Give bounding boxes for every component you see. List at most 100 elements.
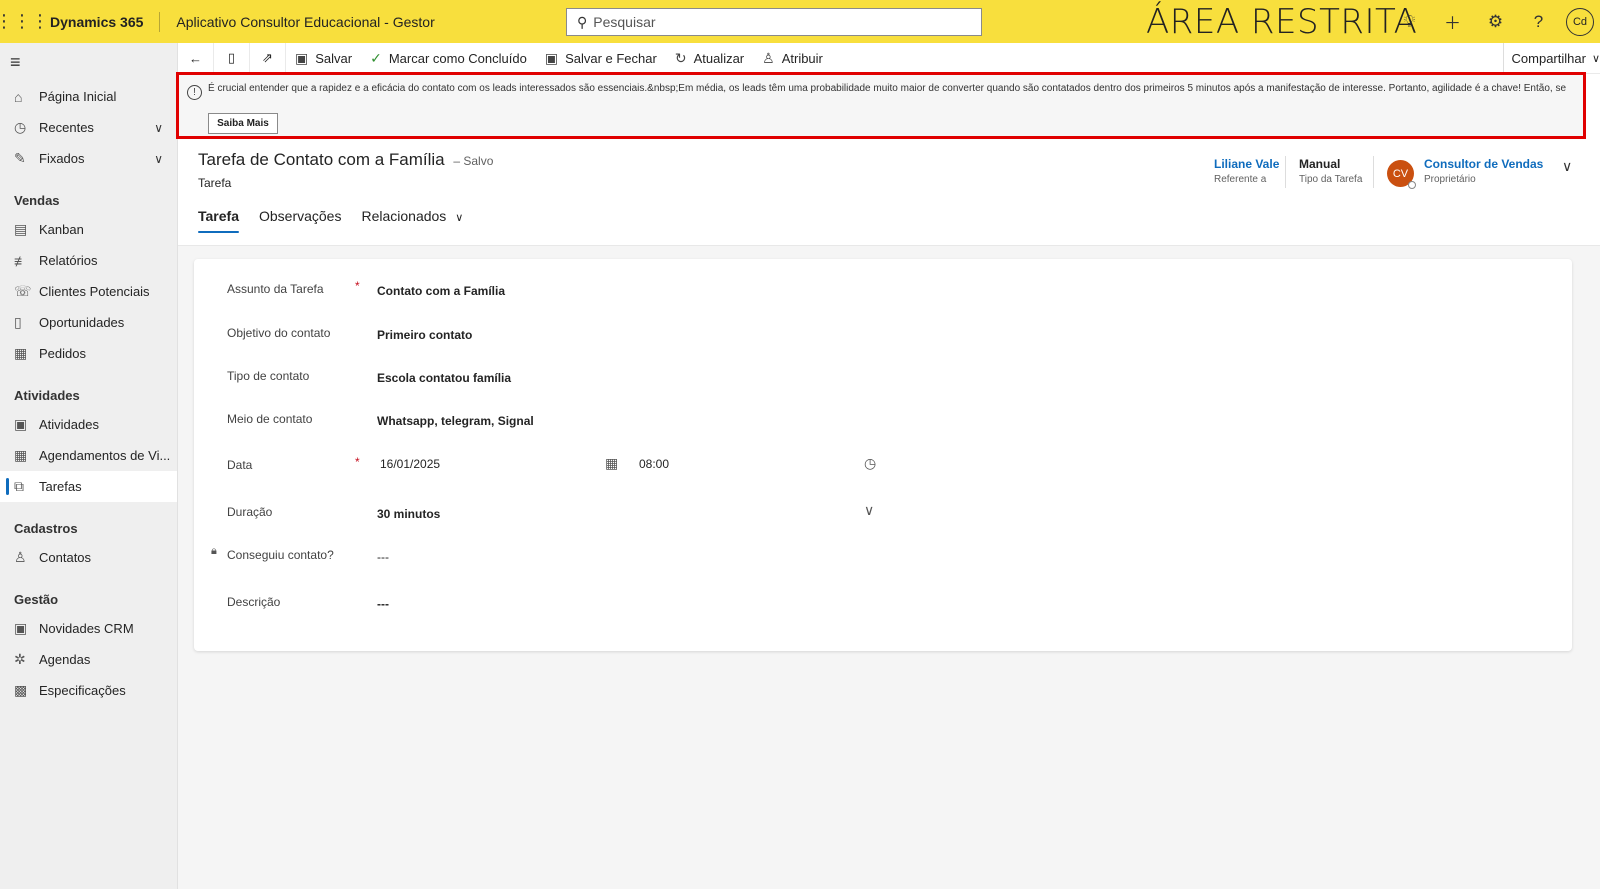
home-icon: ⌂ — [14, 88, 23, 105]
task-icon: ⧉ — [14, 478, 24, 494]
field-objective: Objetivo do contato Primeiro contato — [194, 323, 1572, 349]
field-label: Data — [227, 458, 253, 472]
clock-icon: ◷ — [14, 119, 27, 135]
description-input[interactable]: --- — [377, 597, 389, 611]
gear-icon[interactable]: ⚙ — [1474, 0, 1517, 43]
chevron-down-icon[interactable]: ∨ — [864, 502, 874, 519]
sidebar-item-visit-schedules[interactable]: ▦ Agendamentos de Vi... — [0, 440, 177, 471]
record-entity: Tarefa — [198, 176, 232, 190]
tab-task[interactable]: Tarefa — [198, 208, 239, 233]
field-label: Objetivo do contato — [227, 326, 331, 340]
sidebar-item-contacts[interactable]: ♙ Contatos — [0, 542, 177, 573]
time-input[interactable]: 08:00 — [639, 457, 669, 471]
search-input[interactable]: ⚲ Pesquisar — [566, 8, 982, 36]
save-icon: ▣ — [295, 49, 309, 66]
command-bar: ← ▯ ⇗ ▣ Salvar ✓ Marcar como Concluído ▣… — [178, 42, 1600, 74]
sidebar-item-recent[interactable]: ◷ Recentes ∨ — [0, 112, 177, 143]
tab-notes[interactable]: Observações — [259, 208, 341, 233]
form-selector-button[interactable]: ▯ — [214, 42, 250, 74]
sidebar-item-crm-news[interactable]: ▣ Novidades CRM — [0, 613, 177, 644]
notification-text: É crucial entender que a rapidez e a efi… — [208, 83, 1567, 94]
refresh-label: Atualizar — [693, 50, 745, 66]
date-input[interactable]: 16/01/2025 — [380, 457, 440, 471]
sidebar-item-label: Relatórios — [39, 253, 98, 268]
app-name[interactable]: Aplicativo Consultor Educacional - Gesto… — [160, 14, 434, 30]
user-avatar[interactable]: Cd — [1566, 7, 1594, 36]
sidebar: ≡ ⌂ Página Inicial ◷ Recentes ∨ ✎ Fixado… — [0, 43, 178, 889]
chevron-down-icon[interactable]: ∨ — [154, 121, 163, 135]
nav-group-title: Atividades — [14, 388, 80, 403]
sidebar-item-orders[interactable]: ▦ Pedidos — [0, 338, 177, 369]
sidebar-item-label: Pedidos — [39, 346, 86, 361]
sidebar-item-pinned[interactable]: ✎ Fixados ∨ — [0, 143, 177, 174]
sidebar-item-tasks[interactable]: ⧉ Tarefas — [0, 471, 177, 502]
search-icon: ⚲ — [577, 13, 588, 30]
sidebar-item-label: Clientes Potenciais — [39, 284, 150, 299]
share-button[interactable]: Compartilhar ∨ — [1502, 43, 1600, 74]
save-close-icon: ▣ — [544, 49, 559, 66]
open-new-window-button[interactable]: ⇗ — [250, 42, 286, 74]
plus-icon[interactable]: ＋ — [1431, 0, 1474, 43]
lightbulb-icon[interactable]: 💡︎ — [1388, 0, 1431, 43]
save-close-button[interactable]: ▣ Salvar e Fechar — [536, 43, 666, 74]
sidebar-item-label: Oportunidades — [39, 315, 125, 330]
save-label: Salvar — [315, 50, 353, 66]
clock-icon[interactable]: ◷ — [864, 455, 876, 472]
sidebar-item-kanban[interactable]: ▤ Kanban — [0, 214, 177, 245]
hamburger-menu-icon[interactable]: ≡ — [0, 43, 177, 81]
form-icon: ▯ — [227, 50, 236, 65]
kanban-icon: ▤ — [14, 221, 28, 237]
objective-input[interactable]: Primeiro contato — [377, 328, 472, 342]
save-button[interactable]: ▣ Salvar — [286, 43, 361, 74]
learn-more-button[interactable]: Saiba Mais — [208, 113, 278, 134]
sidebar-item-label: Agendamentos de Vi... — [39, 448, 171, 463]
owner-link[interactable]: Consultor de Vendas — [1424, 157, 1543, 172]
sidebar-item-label: Tarefas — [39, 479, 82, 494]
field-label: Descrição — [227, 595, 281, 609]
field-date: Data * 16/01/2025 ▦ 08:00 ◷ — [194, 455, 1572, 481]
nav-group-title: Vendas — [14, 193, 60, 208]
chevron-down-icon: ∨ — [455, 212, 464, 224]
record-tabs: Tarefa Observações Relacionados ∨ — [198, 208, 483, 233]
sidebar-item-opportunities[interactable]: ▯ Oportunidades — [0, 307, 177, 338]
brand-name[interactable]: Dynamics 365 — [44, 11, 161, 32]
field-duration: Duração 30 minutos ∨ — [194, 502, 1572, 528]
field-subject: Assunto da Tarefa * Contato com a Famíli… — [194, 279, 1572, 305]
sidebar-item-label: Especificações — [39, 683, 126, 698]
sidebar-item-home[interactable]: ⌂ Página Inicial — [0, 81, 177, 112]
task-type-value: Manual — [1299, 157, 1341, 171]
contact-type-input[interactable]: Escola contatou família — [377, 371, 511, 385]
field-label: Duração — [227, 505, 273, 519]
contact-medium-input[interactable]: Whatsapp, telegram, Signal — [377, 414, 534, 428]
subject-input[interactable]: Contato com a Família — [377, 284, 505, 298]
sidebar-item-label: Kanban — [39, 222, 84, 237]
sidebar-item-agendas[interactable]: ✲ Agendas — [0, 644, 177, 675]
lock-icon: 🔒︎ — [211, 545, 217, 557]
top-icons: 💡︎ ＋ ⚙ ? Cd — [1388, 0, 1600, 43]
calendar-icon[interactable]: ▦ — [605, 455, 618, 472]
header-expand-chevron-icon[interactable]: ∨ — [1562, 158, 1572, 175]
field-contact-type: Tipo de contato Escola contatou família — [194, 366, 1572, 392]
regarding-link[interactable]: Liliane Vale — [1214, 157, 1279, 172]
chevron-down-icon[interactable]: ∨ — [154, 152, 163, 166]
help-icon[interactable]: ? — [1517, 0, 1560, 43]
nav-group-title: Cadastros — [14, 521, 78, 536]
assign-person-icon: ♙ — [762, 49, 775, 66]
sidebar-item-reports[interactable]: ≢ Relatórios — [0, 245, 177, 276]
document-icon: ▦ — [14, 345, 28, 361]
top-bar: ⋮⋮⋮ Dynamics 365 Aplicativo Consultor Ed… — [0, 0, 1600, 43]
sidebar-item-leads[interactable]: ☏ Clientes Potenciais — [0, 276, 177, 307]
app-launcher-icon[interactable]: ⋮⋮⋮ — [0, 0, 49, 43]
back-button[interactable]: ← — [178, 42, 214, 74]
info-icon: ! — [187, 85, 202, 100]
duration-select[interactable]: 30 minutos — [377, 507, 440, 521]
assign-button[interactable]: ♙ Atribuir — [753, 43, 832, 74]
refresh-icon: ↻ — [674, 49, 687, 66]
sidebar-item-specifications[interactable]: ▩ Especificações — [0, 675, 177, 706]
sidebar-item-activities[interactable]: ▣ Atividades — [0, 409, 177, 440]
mark-complete-button[interactable]: ✓ Marcar como Concluído — [361, 43, 536, 74]
tab-related[interactable]: Relacionados ∨ — [361, 208, 463, 233]
chevron-down-icon: ∨ — [1591, 53, 1600, 65]
refresh-button[interactable]: ↻ Atualizar — [666, 43, 753, 74]
page-title: Tarefa de Contato com a Família – Salvo — [198, 150, 493, 170]
